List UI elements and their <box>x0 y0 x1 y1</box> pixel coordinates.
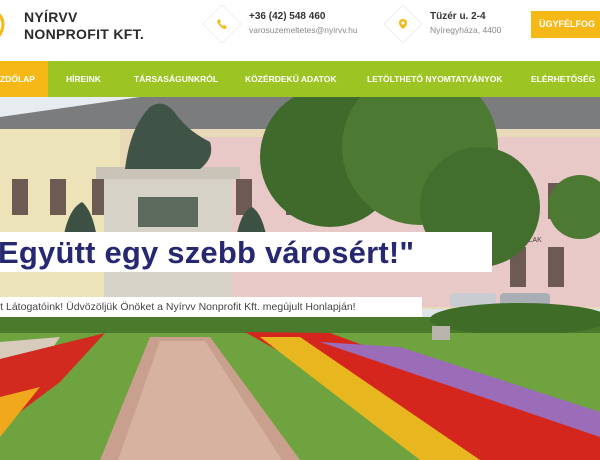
hero-photo: NYABLAK <box>0 97 600 460</box>
hero-headline-box: Együtt egy szebb városért!" <box>0 232 492 272</box>
brand-line-1: NYÍRVV <box>24 9 78 25</box>
nav-item-contact[interactable]: ELÉRHETŐSÉG <box>531 61 595 97</box>
hero-banner: NYABLAK Együtt egy szebb váro <box>0 97 600 460</box>
brand-name[interactable]: NYÍRVV NONPROFIT KFT. <box>24 9 144 43</box>
customer-service-button[interactable]: ÜGYFÉLFOG <box>531 11 600 38</box>
hero-subline: elt Látogatóink! Üdvözöljük Önöket a Nyí… <box>0 301 356 313</box>
hero-headline: Együtt egy szebb városért!" <box>0 235 415 270</box>
main-nav: ZDŐLAP HÍREINK TÁRSASÁGUNKRÓL KÖZÉRDEKŰ … <box>0 61 600 97</box>
contact-address: Tüzér u. 2-4 Nyíregyháza, 4400 <box>383 4 519 44</box>
nav-item-forms[interactable]: LETÖLTHETŐ NYOMTATVÁNYOK <box>367 61 503 97</box>
phone-icon <box>217 19 227 29</box>
location-icon-frame <box>383 4 423 44</box>
brand-line-2: NONPROFIT KFT. <box>24 26 145 42</box>
email-address[interactable]: varosuzemeltetes@nyirvv.hu <box>249 25 358 35</box>
city-address: Nyíregyháza, 4400 <box>430 25 502 35</box>
phone-number[interactable]: +36 (42) 548 460 <box>249 11 325 22</box>
contact-phone: +36 (42) 548 460 varosuzemeltetes@nyirvv… <box>202 4 378 44</box>
logo-leaf-icon[interactable] <box>0 8 8 42</box>
street-address: Tüzér u. 2-4 <box>430 11 486 22</box>
nav-item-home[interactable]: ZDŐLAP <box>0 61 48 97</box>
nav-item-news[interactable]: HÍREINK <box>66 61 101 97</box>
hero-subline-box: elt Látogatóink! Üdvözöljük Önöket a Nyí… <box>0 297 422 317</box>
nav-item-about[interactable]: TÁRSASÁGUNKRÓL <box>134 61 218 97</box>
location-pin-icon <box>399 19 407 29</box>
site-header: NYÍRVV NONPROFIT KFT. +36 (42) 548 460 v… <box>0 0 600 61</box>
phone-icon-frame <box>202 4 242 44</box>
nav-item-public-data[interactable]: KÖZÉRDEKŰ ADATOK <box>245 61 336 97</box>
